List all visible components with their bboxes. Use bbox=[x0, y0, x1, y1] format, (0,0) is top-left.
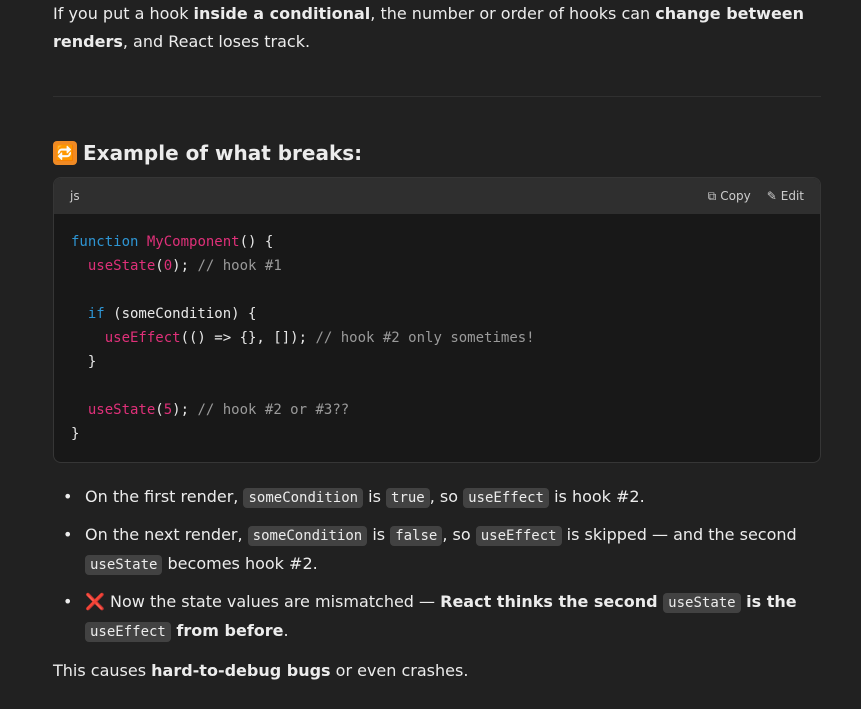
list-text: is skipped — and the second bbox=[561, 525, 797, 544]
inline-code: useState bbox=[85, 555, 163, 575]
code-keyword: function bbox=[71, 234, 139, 250]
code-text: (someCondition) { bbox=[104, 306, 257, 322]
list-text: becomes hook #2. bbox=[162, 554, 318, 573]
list-item: On the next render, someCondition is fal… bbox=[63, 521, 821, 579]
final-paragraph: This causes hard-to-debug bugs or even c… bbox=[53, 657, 468, 685]
inline-code: false bbox=[390, 526, 443, 546]
list-bold: is the bbox=[740, 592, 797, 611]
list-text: , so bbox=[429, 487, 464, 506]
copy-icon: ⧉ bbox=[707, 188, 717, 203]
list-bold: React thinks the second bbox=[440, 592, 664, 611]
code-content: function MyComponent() { useState(0); //… bbox=[71, 234, 535, 442]
list-text: On the first render, bbox=[85, 487, 244, 506]
code-block: js ⧉ Copy ✎ Edit function MyComponent() … bbox=[53, 177, 821, 463]
list-text: is hook #2. bbox=[548, 487, 645, 506]
section-heading: 🔁 Example of what breaks: bbox=[53, 138, 362, 168]
code-number: 5 bbox=[163, 402, 173, 418]
code-text: (() => {}, []); bbox=[180, 330, 308, 346]
inline-code: true bbox=[386, 488, 430, 508]
inline-code: useState bbox=[663, 593, 741, 613]
repeat-icon: 🔁 bbox=[53, 141, 77, 165]
copy-label: Copy bbox=[720, 189, 751, 203]
code-text: } bbox=[87, 354, 97, 370]
list-text: is bbox=[367, 525, 391, 544]
code-function: useState bbox=[87, 402, 156, 418]
edit-button[interactable]: ✎ Edit bbox=[767, 189, 804, 204]
code-header: js ⧉ Copy ✎ Edit bbox=[54, 178, 820, 214]
code-comment: // hook #1 bbox=[197, 258, 282, 274]
inline-code: someCondition bbox=[243, 488, 364, 508]
inline-code: useEffect bbox=[475, 526, 562, 546]
explanation-list: On the first render, someCondition is tr… bbox=[53, 483, 821, 655]
cross-mark-icon: ❌ bbox=[85, 592, 105, 611]
list-text: Now the state values are mismatched — bbox=[104, 592, 441, 611]
copy-button[interactable]: ⧉ Copy bbox=[708, 189, 751, 204]
heading-text: Example of what breaks: bbox=[83, 141, 363, 165]
code-actions: ⧉ Copy ✎ Edit bbox=[708, 189, 804, 204]
final-text: or even crashes. bbox=[330, 661, 469, 680]
edit-label: Edit bbox=[780, 189, 804, 203]
code-function: useState bbox=[87, 258, 156, 274]
intro-bold: inside a conditional bbox=[193, 4, 371, 23]
list-item: On the first render, someCondition is tr… bbox=[63, 483, 821, 512]
final-text: This causes bbox=[53, 661, 152, 680]
list-text: is bbox=[363, 487, 387, 506]
pencil-icon: ✎ bbox=[766, 189, 777, 203]
code-text: ); bbox=[172, 402, 190, 418]
divider bbox=[53, 96, 821, 97]
intro-text: , the number or order of hooks can bbox=[370, 4, 656, 23]
code-comment: // hook #2 or #3?? bbox=[197, 402, 350, 418]
inline-code: useEffect bbox=[463, 488, 549, 508]
code-keyword: if bbox=[87, 306, 105, 322]
list-bold: from before bbox=[170, 621, 284, 640]
code-text: () { bbox=[239, 234, 274, 250]
intro-text: If you put a hook bbox=[53, 4, 194, 23]
code-text: ); bbox=[172, 258, 190, 274]
code-comment: // hook #2 only sometimes! bbox=[315, 330, 535, 346]
final-bold: hard-to-debug bugs bbox=[151, 661, 331, 680]
list-text: , so bbox=[442, 525, 476, 544]
inline-code: someCondition bbox=[247, 526, 368, 546]
code-text: } bbox=[71, 426, 80, 442]
inline-code: useEffect bbox=[85, 622, 171, 642]
intro-text: , and React loses track. bbox=[122, 32, 311, 51]
code-language: js bbox=[70, 189, 80, 203]
intro-paragraph: If you put a hook inside a conditional, … bbox=[53, 0, 821, 56]
code-number: 0 bbox=[163, 258, 173, 274]
list-item: ❌ Now the state values are mismatched — … bbox=[63, 588, 821, 646]
list-text: On the next render, bbox=[85, 525, 248, 544]
code-function: MyComponent bbox=[146, 234, 240, 250]
code-function: useEffect bbox=[104, 330, 181, 346]
list-text: . bbox=[283, 621, 289, 640]
